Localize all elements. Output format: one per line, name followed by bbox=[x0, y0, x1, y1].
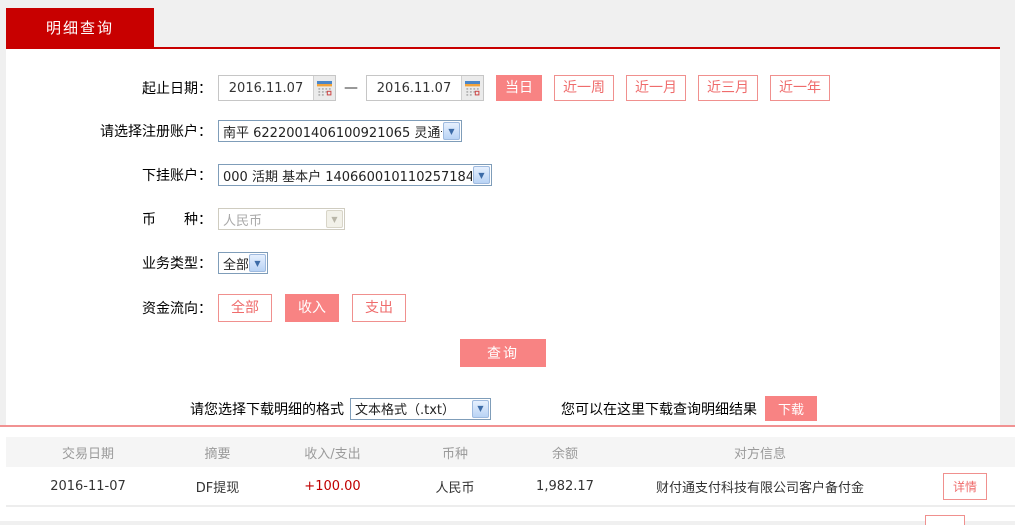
download-format-label: 请您选择下载明细的格式 bbox=[190, 401, 344, 418]
quick-range-3months-button[interactable]: 近三月 bbox=[698, 75, 758, 101]
currency-label: 币 种： bbox=[142, 212, 212, 228]
header-balance: 余额 bbox=[551, 446, 578, 462]
currency-select: 人民币 ▼ bbox=[218, 208, 345, 230]
sub-account-label: 下挂账户： bbox=[142, 168, 212, 184]
quick-range-week-button[interactable]: 近一周 bbox=[554, 75, 614, 101]
next-row-spacer bbox=[6, 507, 906, 519]
header-trade-date: 交易日期 bbox=[61, 446, 114, 462]
sub-account-select[interactable]: 000 活期 基本户 1406600101102571848 ▼ bbox=[218, 164, 492, 186]
download-row: 请您选择下载明细的格式 文本格式（.txt） ▼ 您可以在这里下载查询明细结果 … bbox=[6, 396, 1000, 421]
currency-row: 币 种： 人民币 ▼ bbox=[6, 208, 1000, 230]
date-range-row: 起止日期： 2016.11.07 — 2016.11.07 当日 近一周 近一月… bbox=[6, 75, 1000, 101]
calendar-icon-glyph bbox=[317, 80, 332, 96]
sub-account-value: 000 活期 基本户 1406600101102571848 bbox=[223, 169, 472, 185]
business-type-value: 全部 bbox=[223, 257, 248, 273]
calendar-icon[interactable] bbox=[313, 76, 335, 100]
next-detail-button-partial bbox=[925, 515, 965, 525]
chevron-down-icon: ▼ bbox=[473, 166, 490, 184]
end-date-input[interactable]: 2016.11.07 bbox=[366, 75, 484, 101]
calendar-icon[interactable] bbox=[461, 76, 483, 100]
sub-account-row: 下挂账户： 000 活期 基本户 1406600101102571848 ▼ bbox=[6, 164, 1000, 186]
direction-expense-button[interactable]: 支出 bbox=[352, 294, 406, 322]
detail-button[interactable]: 详情 bbox=[942, 472, 987, 500]
register-account-label: 请选择注册账户： bbox=[100, 124, 212, 140]
table-header-row: 交易日期 摘要 收入/支出 币种 余额 对方信息 bbox=[6, 437, 1015, 467]
end-date-value: 2016.11.07 bbox=[376, 80, 452, 96]
table-row: 2016-11-07 DF提现 +100.00 人民币 1,982.17 财付通… bbox=[6, 467, 1015, 507]
quick-range-year-button[interactable]: 近一年 bbox=[770, 75, 830, 101]
main-panel: 明细查询 起止日期： 2016.11.07 — 2016.11.07 当日 近一… bbox=[6, 8, 1000, 425]
header-income-expense: 收入/支出 bbox=[304, 446, 361, 462]
calendar-icon-glyph bbox=[465, 80, 480, 96]
currency-value: 人民币 bbox=[223, 213, 263, 229]
header-currency: 币种 bbox=[441, 446, 468, 462]
business-type-label: 业务类型： bbox=[142, 256, 212, 272]
chevron-down-icon: ▼ bbox=[443, 122, 460, 140]
quick-range-today-button[interactable]: 当日 bbox=[496, 75, 542, 101]
row-balance: 1,982.17 bbox=[536, 478, 594, 494]
row-counterparty: 财付通支付科技有限公司客户备付金 bbox=[655, 480, 864, 496]
header-summary: 摘要 bbox=[204, 446, 231, 462]
chevron-down-icon: ▼ bbox=[326, 210, 343, 228]
row-summary: DF提现 bbox=[195, 480, 240, 496]
fund-direction-row: 资金流向： 全部 收入 支出 bbox=[6, 294, 1000, 322]
tab-detail-query[interactable]: 明细查询 bbox=[6, 8, 154, 47]
header-counterparty: 对方信息 bbox=[733, 446, 786, 462]
date-range-separator: — bbox=[344, 80, 358, 96]
query-form: 起止日期： 2016.11.07 — 2016.11.07 当日 近一周 近一月… bbox=[6, 49, 1000, 425]
row-action-cell: 详情 bbox=[900, 472, 1009, 500]
start-date-input[interactable]: 2016.11.07 bbox=[218, 75, 336, 101]
chevron-down-icon: ▼ bbox=[472, 399, 489, 418]
register-account-value: 南平 6222001406100921065 灵通卡 bbox=[223, 125, 442, 141]
register-account-select[interactable]: 南平 6222001406100921065 灵通卡 ▼ bbox=[218, 120, 462, 142]
download-hint: 您可以在这里下载查询明细结果 bbox=[561, 401, 757, 418]
results-table: 交易日期 摘要 收入/支出 币种 余额 对方信息 2016-11-07 DF提现… bbox=[0, 427, 1015, 525]
fund-direction-label: 资金流向： bbox=[142, 301, 212, 317]
next-row-partial bbox=[6, 507, 1015, 525]
date-range-label: 起止日期： bbox=[142, 81, 212, 97]
quick-range-month-button[interactable]: 近一月 bbox=[626, 75, 686, 101]
row-amount: +100.00 bbox=[304, 478, 361, 494]
register-account-row: 请选择注册账户： 南平 6222001406100921065 灵通卡 ▼ bbox=[6, 120, 1000, 142]
download-format-value: 文本格式（.txt） bbox=[355, 403, 456, 418]
direction-income-button[interactable]: 收入 bbox=[285, 294, 339, 322]
query-button[interactable]: 查询 bbox=[460, 339, 546, 367]
download-button[interactable]: 下载 bbox=[765, 396, 817, 421]
download-format-select[interactable]: 文本格式（.txt） ▼ bbox=[350, 397, 491, 420]
business-type-row: 业务类型： 全部 ▼ bbox=[6, 252, 1000, 274]
chevron-down-icon: ▼ bbox=[249, 254, 266, 272]
row-currency: 人民币 bbox=[435, 480, 475, 496]
business-type-select[interactable]: 全部 ▼ bbox=[218, 252, 268, 274]
row-trade-date: 2016-11-07 bbox=[50, 478, 126, 494]
start-date-value: 2016.11.07 bbox=[228, 80, 304, 96]
direction-all-button[interactable]: 全部 bbox=[218, 294, 272, 322]
